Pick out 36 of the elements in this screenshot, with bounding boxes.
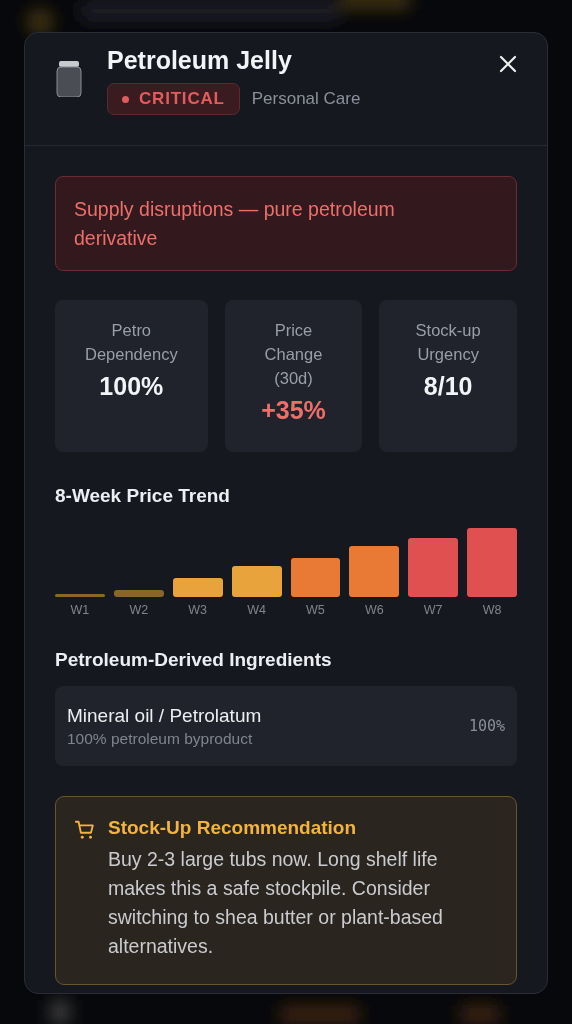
- recommendation-title: Stock-Up Recommendation: [108, 817, 358, 839]
- week-label: W8: [481, 603, 503, 617]
- chart-bar: [408, 538, 459, 597]
- ingredient-note: 100% petroleum byproduct: [67, 729, 254, 748]
- week-label: W7: [422, 603, 444, 617]
- chart-bar: [290, 558, 341, 597]
- stat-label: Stock-up Urgency: [414, 320, 482, 365]
- close-button[interactable]: [499, 55, 517, 73]
- chart-bar: [349, 546, 400, 597]
- week-label: W1: [69, 603, 91, 617]
- stat-value: 8/10: [422, 372, 474, 401]
- chart-bar: [113, 590, 164, 597]
- cart-icon: [74, 819, 96, 841]
- week-label: W3: [187, 603, 209, 617]
- ingredient-name: Mineral oil / Petrolatum: [67, 704, 263, 727]
- week-label: W2: [128, 603, 150, 617]
- recommendation-text: Buy 2-3 large tubs now. Long shelf life makes this a safe stockpile. Consider switching to shea butter or plant-based alternatives.: [108, 847, 444, 959]
- week-label: W5: [305, 603, 326, 617]
- stat-value: +35%: [260, 396, 327, 425]
- week-label: W6: [363, 603, 385, 617]
- stat-label: Petro Dependency: [84, 320, 179, 365]
- stat-label: Price Change (30d): [263, 320, 324, 389]
- chart-bar: [172, 578, 223, 597]
- section-title: 8-Week Price Trend: [55, 485, 231, 507]
- category-label: Personal Care: [251, 89, 361, 109]
- chart-bar: [231, 566, 282, 597]
- chart-bar: [55, 594, 105, 597]
- week-label: W4: [246, 603, 267, 617]
- product-title: Petroleum Jelly: [107, 45, 293, 75]
- ingredient-share: 100%: [468, 717, 505, 735]
- jar-icon: [55, 61, 83, 97]
- chart-bar: [467, 528, 517, 597]
- alert-message: Supply disruptions — pure petroleum derivative: [55, 176, 517, 271]
- section-title: Petroleum-Derived Ingredients: [55, 649, 333, 671]
- stat-value: 100%: [98, 372, 165, 401]
- severity-badge: CRITICAL: [107, 83, 240, 115]
